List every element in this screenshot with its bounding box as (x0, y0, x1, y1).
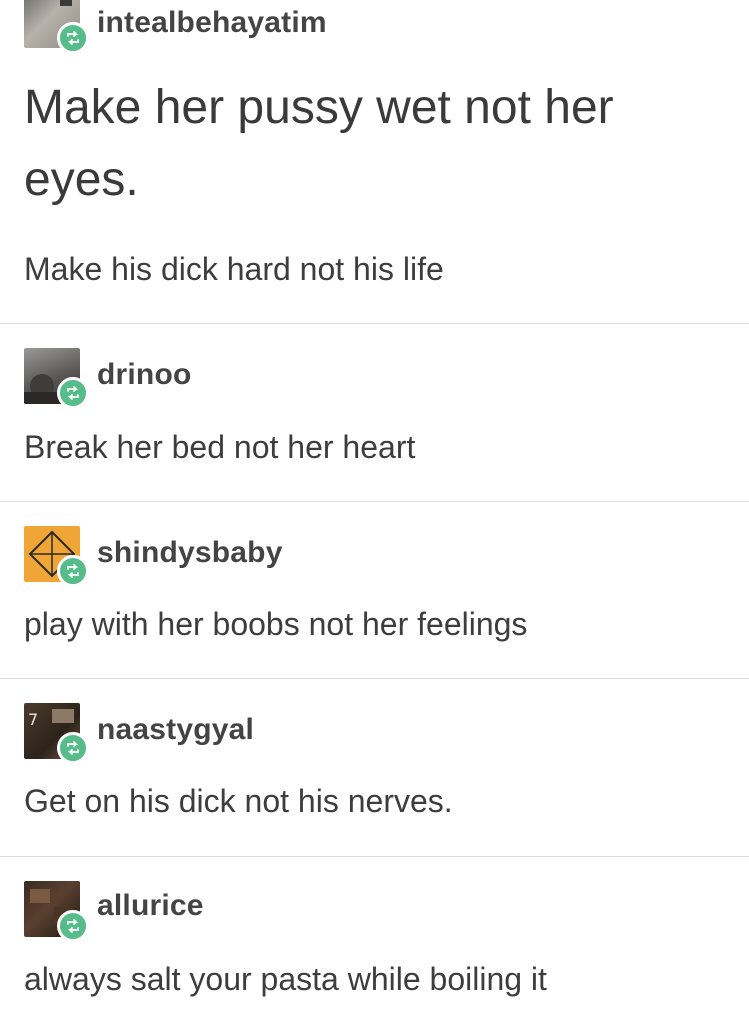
username-link[interactable]: allurice (97, 889, 204, 923)
reblog-entry: drinoo Break her bed not her heart (0, 323, 749, 501)
reblog-icon (57, 732, 89, 764)
post-text: always salt your pasta while boiling it (24, 961, 547, 997)
post-text: play with her boobs not her feelings (24, 606, 528, 642)
username-link[interactable]: intealbehayatim (97, 6, 327, 40)
reblog-entry: intealbehayatim Make her pussy wet not h… (0, 0, 749, 323)
reblog-icon (57, 555, 89, 587)
reblog-entry: 7 naastygyal Get on his dick not his ner… (0, 678, 749, 856)
reblog-entry: shindysbaby play with her boobs not her … (0, 501, 749, 678)
username-link[interactable]: naastygyal (97, 713, 254, 747)
post-text: Make his dick hard not his life (24, 251, 444, 287)
svg-text:7: 7 (28, 710, 38, 729)
reblog-icon (57, 377, 89, 409)
post-title: Make her pussy wet not her eyes. (24, 81, 614, 206)
post-text: Get on his dick not his nerves. (24, 783, 453, 819)
reblog-icon (57, 22, 89, 54)
reblog-entry: allurice always salt your pasta while bo… (0, 856, 749, 1011)
reblog-thread: intealbehayatim Make her pussy wet not h… (0, 0, 749, 1011)
username-link[interactable]: drinoo (97, 358, 192, 392)
username-link[interactable]: shindysbaby (97, 536, 283, 570)
post-text: Break her bed not her heart (24, 429, 416, 465)
reblog-icon (57, 910, 89, 942)
